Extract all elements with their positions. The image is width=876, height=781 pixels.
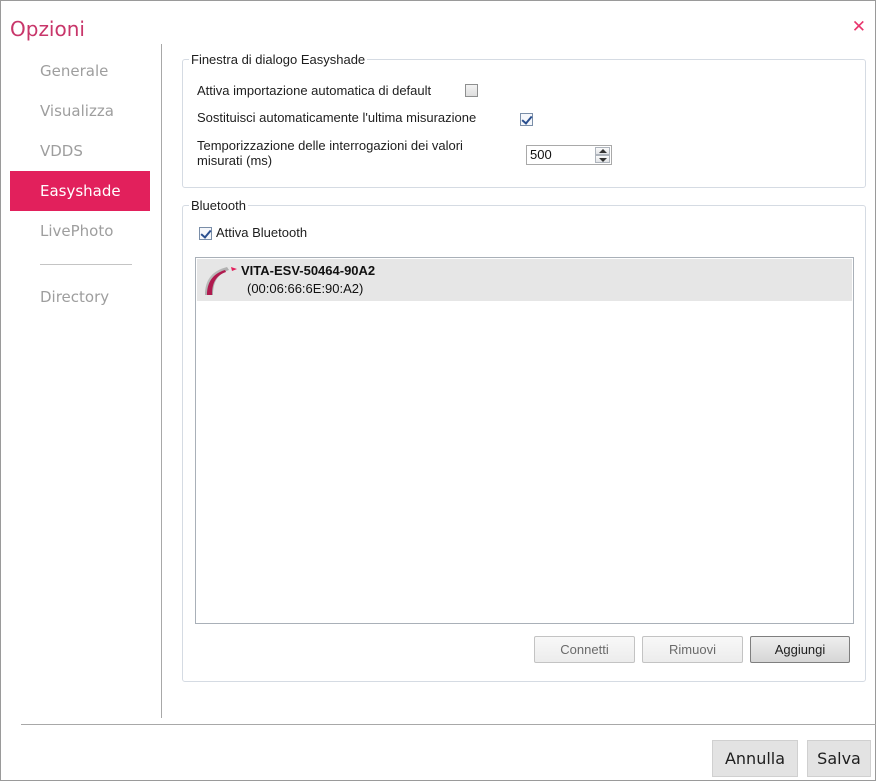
list-item[interactable]: VITA-ESV-50464-90A2 (00:06:66:6E:90:A2) (197, 259, 852, 301)
save-button[interactable]: Salva (807, 740, 871, 777)
footer-separator (21, 724, 876, 725)
sidebar-item-easyshade[interactable]: Easyshade (10, 171, 150, 211)
sidebar-item-directory[interactable]: Directory (10, 277, 150, 317)
add-button[interactable]: Aggiungi (750, 636, 850, 663)
auto-import-label: Attiva importazione automatica di defaul… (197, 83, 432, 98)
replace-last-checkbox[interactable] (520, 113, 533, 126)
spinner-down-icon[interactable] (595, 155, 610, 163)
sidebar-item-generale[interactable]: Generale (10, 51, 150, 91)
enable-bluetooth-checkbox[interactable] (199, 227, 212, 240)
polling-label-line2: misurati (ms) (197, 153, 273, 168)
sidebar: Generale Visualizza VDDS Easyshade LiveP… (10, 51, 150, 317)
easyshade-group-legend: Finestra di dialogo Easyshade (191, 52, 366, 67)
polling-interval-spinner[interactable]: 500 (526, 145, 612, 165)
bluetooth-device-list[interactable]: VITA-ESV-50464-90A2 (00:06:66:6E:90:A2) (195, 257, 854, 624)
sidebar-divider (161, 44, 162, 718)
easyshade-device-icon (205, 267, 237, 295)
bluetooth-group-legend: Bluetooth (191, 198, 246, 213)
sidebar-item-visualizza[interactable]: Visualizza (10, 91, 150, 131)
spinner-buttons (595, 147, 610, 163)
sidebar-item-vdds[interactable]: VDDS (10, 131, 150, 171)
device-mac-address: (00:06:66:6E:90:A2) (247, 281, 364, 296)
polling-label-line1: Temporizzazione delle interrogazioni dei… (197, 138, 463, 153)
device-name: VITA-ESV-50464-90A2 (241, 263, 376, 278)
dialog-title: Opzioni (10, 17, 85, 41)
sidebar-separator (40, 264, 132, 265)
enable-bluetooth-label: Attiva Bluetooth (216, 225, 308, 240)
auto-import-checkbox[interactable] (465, 84, 478, 97)
connect-button[interactable]: Connetti (534, 636, 635, 663)
sidebar-item-livephoto[interactable]: LivePhoto (10, 211, 150, 251)
cancel-button[interactable]: Annulla (712, 740, 798, 777)
close-icon[interactable]: ✕ (852, 17, 866, 37)
polling-interval-value[interactable]: 500 (530, 147, 552, 163)
replace-last-label: Sostituisci automaticamente l'ultima mis… (197, 110, 477, 125)
spinner-up-icon[interactable] (595, 147, 610, 155)
remove-button[interactable]: Rimuovi (642, 636, 743, 663)
options-dialog: Opzioni ✕ Generale Visualizza VDDS Easys… (0, 0, 876, 781)
